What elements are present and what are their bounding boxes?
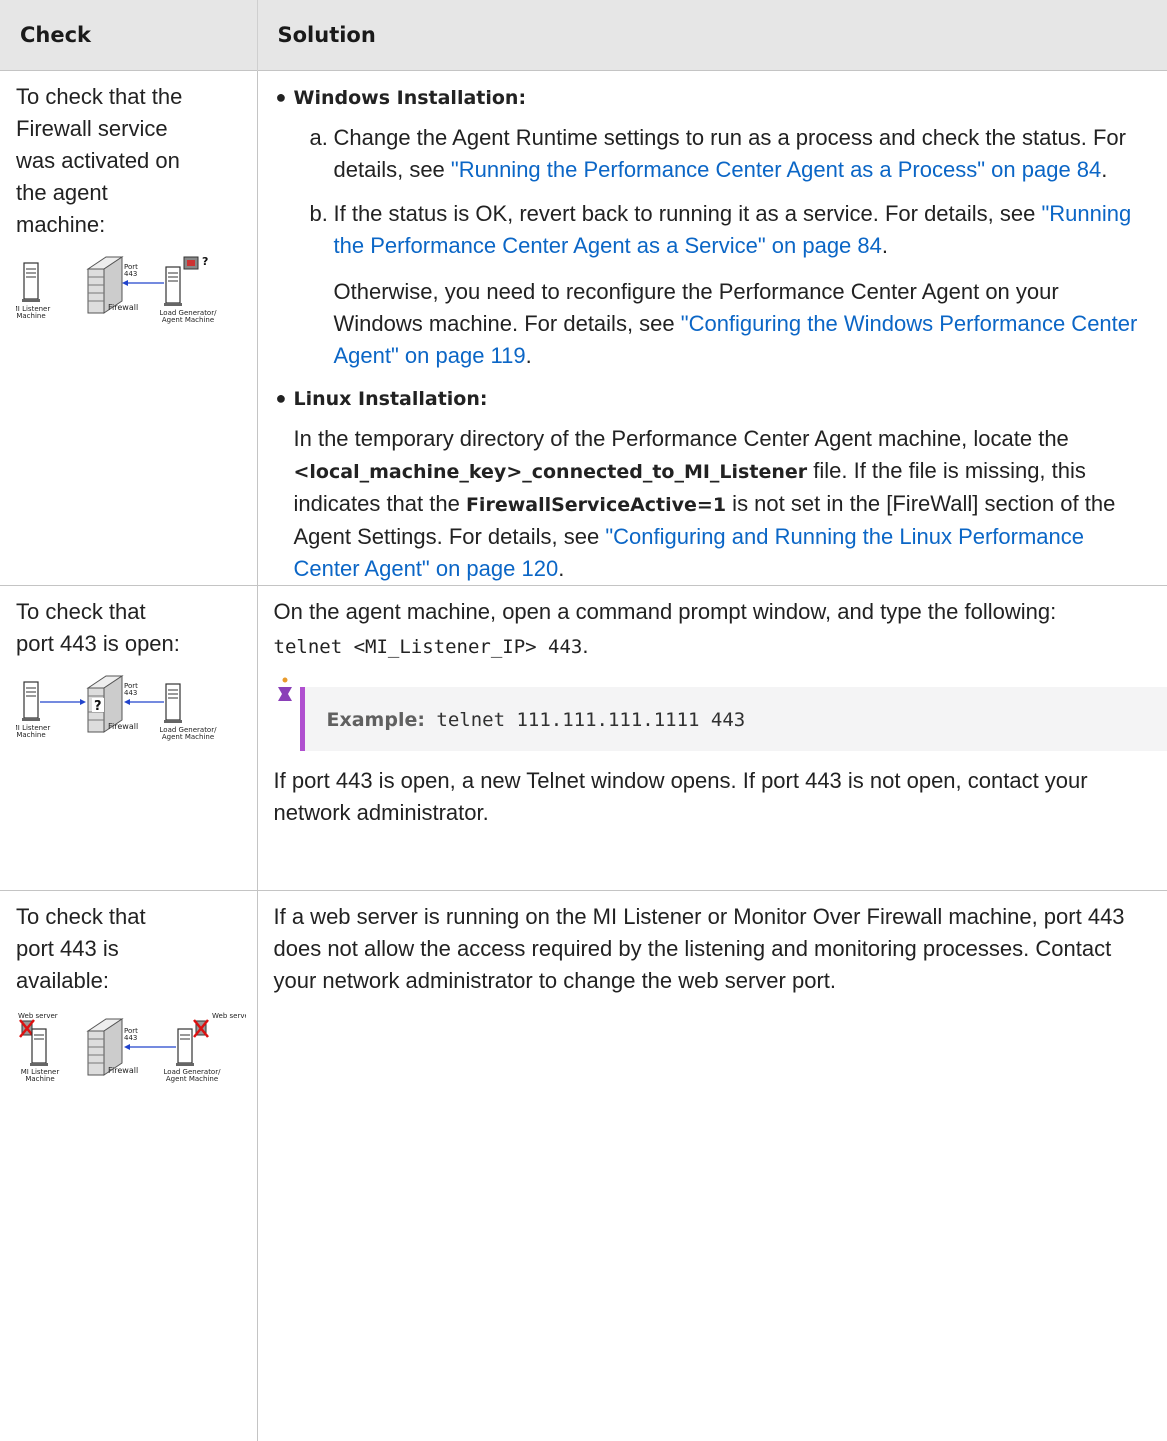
example-callout: Example: telnet 111.111.111.1111 443	[274, 679, 1148, 751]
step-a-end: .	[1101, 157, 1107, 182]
diagram-web-server-right: Web server	[212, 1012, 246, 1020]
solution-column-header: Solution	[257, 0, 1167, 70]
solution-cell: On the agent machine, open a command pro…	[257, 585, 1167, 890]
step-a-marker: a.	[310, 122, 328, 154]
question-mark-icon: ?	[94, 699, 102, 714]
mi-listener-server-icon	[30, 1029, 48, 1066]
svg-text:?: ?	[202, 255, 208, 268]
telnet-command: telnet <MI_Listener_IP> 443	[274, 636, 583, 658]
step-b-marker: b.	[310, 198, 328, 230]
step-b: b. If the status is OK, revert back to r…	[274, 198, 1148, 262]
load-generator-server-icon	[164, 267, 182, 306]
linux-setting: FirewallServiceActive=1	[466, 494, 726, 516]
solution-cell: If a web server is running on the MI Lis…	[257, 890, 1167, 1441]
diagram-port-number: 443	[124, 270, 137, 278]
check-cell: To check that port 443 is available: Web…	[0, 890, 257, 1441]
diagram-firewall-label: Firewall	[108, 1066, 138, 1075]
diagram-left-label-2: Machine	[25, 1075, 54, 1083]
table-row: To check that port 443 is available: Web…	[0, 890, 1167, 1441]
linux-text-1: In the temporary directory of the Perfor…	[294, 426, 1069, 451]
troubleshooting-table: Check Solution To check that the Firewal…	[0, 0, 1167, 1441]
result-text: If port 443 is open, a new Telnet window…	[274, 765, 1148, 829]
diagram-right-label-2: Agent Machine	[162, 733, 214, 741]
agent-status-question-icon: ?	[184, 255, 208, 269]
table-header-row: Check Solution	[0, 0, 1167, 70]
otherwise-paragraph: Otherwise, you need to reconfigure the P…	[274, 276, 1148, 372]
check-text: To check that the Firewall service was a…	[16, 81, 247, 241]
diagram-right-label-2: Agent Machine	[162, 316, 214, 324]
mi-listener-server-icon	[22, 682, 40, 721]
solution-cell: ● Windows Installation: a. Change the Ag…	[257, 70, 1167, 585]
bullet-icon: ●	[276, 382, 287, 414]
otherwise-end: .	[526, 343, 532, 368]
linux-installation-label: Linux Installation:	[294, 388, 488, 410]
table-row: To check that port 443 is open: MI Liste…	[0, 585, 1167, 890]
mi-listener-server-icon	[22, 263, 40, 302]
diagram-port-number: 443	[124, 689, 137, 697]
command-end: .	[582, 633, 588, 658]
diagram-firewall-label: Firewall	[108, 303, 138, 312]
port-available-diagram: Web server Web server MI Listener Machin…	[16, 1011, 246, 1086]
load-generator-server-icon	[176, 1029, 194, 1066]
windows-installation-label: Windows Installation:	[294, 87, 527, 109]
step-a: a. Change the Agent Runtime settings to …	[274, 122, 1148, 186]
firewall-service-diagram: MI Listener Machine Firewall Port 443	[16, 255, 246, 325]
load-generator-server-icon	[164, 684, 182, 723]
check-cell: To check that port 443 is open: MI Liste…	[0, 585, 257, 890]
check-text: To check that port 443 is available:	[16, 901, 247, 997]
example-label: Example:	[327, 709, 425, 731]
web-server-text: If a web server is running on the MI Lis…	[274, 901, 1148, 997]
bullet-icon: ●	[276, 81, 287, 113]
web-server-blocked-icon	[194, 1020, 208, 1037]
example-box: Example: telnet 111.111.111.1111 443	[305, 687, 1167, 751]
intro-text: On the agent machine, open a command pro…	[274, 596, 1148, 628]
diagram-left-label-2: Machine	[16, 731, 45, 739]
example-code: telnet 111.111.111.1111 443	[425, 709, 745, 731]
diagram-port-number: 443	[124, 1034, 137, 1042]
linux-file-name: <local_machine_key>_connected_to_MI_List…	[294, 461, 808, 483]
example-icon	[274, 677, 296, 703]
link-running-as-process[interactable]: "Running the Performance Center Agent as…	[451, 157, 1101, 182]
check-cell: To check that the Firewall service was a…	[0, 70, 257, 585]
check-text: To check that port 443 is open:	[16, 596, 247, 660]
diagram-web-server-left: Web server	[18, 1012, 58, 1020]
port-open-diagram: MI Listener Machine ? Firewall Port 443	[16, 674, 246, 744]
linux-end: .	[558, 556, 564, 581]
diagram-right-label-2: Agent Machine	[166, 1075, 218, 1083]
windows-bullet: ● Windows Installation:	[274, 81, 1148, 114]
linux-paragraph: In the temporary directory of the Perfor…	[274, 423, 1148, 585]
step-b-text: If the status is OK, revert back to runn…	[334, 201, 1042, 226]
step-b-end: .	[882, 233, 888, 258]
linux-bullet: ● Linux Installation:	[274, 382, 1148, 415]
diagram-left-label-2: Machine	[16, 312, 45, 320]
check-column-header: Check	[0, 0, 257, 70]
table-row: To check that the Firewall service was a…	[0, 70, 1167, 585]
diagram-firewall-label: Firewall	[108, 722, 138, 731]
